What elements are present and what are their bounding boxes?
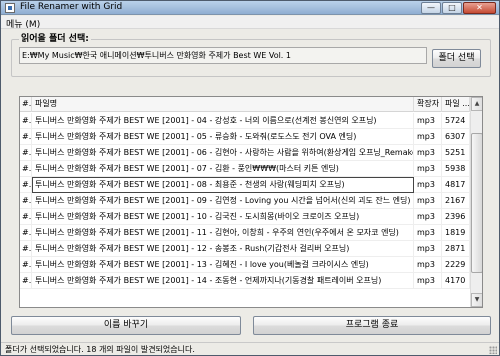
- row-size: 2167: [442, 193, 470, 209]
- table-row[interactable]: #. 투니버스 만화영화 주제가 BEST WE [2001] - 05 - 류승…: [20, 129, 470, 145]
- row-marker: #.: [20, 257, 32, 273]
- folder-path-field[interactable]: E:₩My Music₩한국 애니메이션₩투니버스 만화영화 주제가 Best …: [19, 47, 427, 64]
- menu-bar: 메뉴 (M): [1, 16, 499, 30]
- row-filename: 투니버스 만화영화 주제가 BEST WE [2001] - 14 - 조동현 …: [32, 273, 414, 289]
- row-size: 2871: [442, 241, 470, 257]
- row-filename: 투니버스 만화영화 주제가 BEST WE [2001] - 06 - 김현아 …: [32, 145, 414, 161]
- row-size: 4817: [442, 177, 470, 193]
- list-header: #. 파일명 확장자 파일 ...: [20, 97, 470, 112]
- file-list[interactable]: #. 파일명 확장자 파일 ... #. 투니버스 만화영화 주제가 BEST W…: [19, 96, 483, 308]
- row-extension: mp3: [414, 177, 442, 193]
- folder-select-button[interactable]: 폴더 선택: [432, 49, 481, 68]
- table-row[interactable]: #. 투니버스 만화영화 주제가 BEST WE [2001] - 06 - 김현…: [20, 145, 470, 161]
- window-title: File Renamer with Grid: [20, 2, 123, 12]
- rename-button[interactable]: 이름 바꾸기: [11, 316, 241, 335]
- table-row[interactable]: #. 투니버스 만화영화 주제가 BEST WE [2001] - 08 - 최용…: [20, 177, 470, 193]
- app-window: File Renamer with Grid — □ ✕ 메뉴 (M) 읽어올 …: [0, 0, 500, 356]
- row-filename: 투니버스 만화영화 주제가 BEST WE [2001] - 12 - 송봉조 …: [32, 241, 414, 257]
- exit-button[interactable]: 프로그램 종료: [253, 316, 491, 335]
- minimize-button[interactable]: —: [421, 2, 441, 14]
- row-extension: mp3: [414, 193, 442, 209]
- row-extension: mp3: [414, 113, 442, 129]
- row-extension: mp3: [414, 225, 442, 241]
- row-filename: 투니버스 만화영화 주제가 BEST WE [2001] - 10 - 김국진 …: [32, 209, 414, 225]
- scroll-up-icon[interactable]: ▲: [471, 97, 482, 111]
- row-size: 5724: [442, 113, 470, 129]
- row-marker: #.: [20, 225, 32, 241]
- row-size: 4170: [442, 273, 470, 289]
- row-size: 5251: [442, 145, 470, 161]
- row-filename: 투니버스 만화영화 주제가 BEST WE [2001] - 11 - 김현아,…: [32, 225, 414, 241]
- row-marker: #.: [20, 241, 32, 257]
- row-marker: #.: [20, 113, 32, 129]
- maximize-button[interactable]: □: [442, 2, 462, 14]
- table-row[interactable]: #. 투니버스 만화영화 주제가 BEST WE [2001] - 10 - 김국…: [20, 209, 470, 225]
- row-marker: #.: [20, 177, 32, 193]
- row-size: 5938: [442, 161, 470, 177]
- scroll-down-icon[interactable]: ▼: [471, 293, 482, 307]
- row-size: 6307: [442, 129, 470, 145]
- column-header-extension[interactable]: 확장자: [414, 97, 442, 112]
- row-size: 2229: [442, 257, 470, 273]
- column-header-size[interactable]: 파일 ...: [442, 97, 470, 112]
- row-marker: #.: [20, 193, 32, 209]
- row-filename: 투니버스 만화영화 주제가 BEST WE [2001] - 05 - 류승화 …: [32, 129, 414, 145]
- row-extension: mp3: [414, 273, 442, 289]
- row-filename: 투니버스 만화영화 주제가 BEST WE [2001] - 07 - 김환 -…: [32, 161, 414, 177]
- row-filename: 투니버스 만화영화 주제가 BEST WE [2001] - 08 - 최용준 …: [32, 177, 414, 193]
- table-row[interactable]: #. 투니버스 만화영화 주제가 BEST WE [2001] - 11 - 김현…: [20, 225, 470, 241]
- row-marker: #.: [20, 161, 32, 177]
- row-extension: mp3: [414, 145, 442, 161]
- table-row[interactable]: #. 투니버스 만화영화 주제가 BEST WE [2001] - 09 - 김연…: [20, 193, 470, 209]
- title-bar[interactable]: File Renamer with Grid — □ ✕: [1, 1, 499, 15]
- table-row[interactable]: #. 투니버스 만화영화 주제가 BEST WE [2001] - 14 - 조동…: [20, 273, 470, 289]
- row-marker: #.: [20, 129, 32, 145]
- menu-item-menu[interactable]: 메뉴 (M): [6, 17, 40, 30]
- vertical-scrollbar[interactable]: ▲ ▼: [470, 97, 482, 307]
- row-marker: #.: [20, 145, 32, 161]
- row-marker: #.: [20, 209, 32, 225]
- status-text: 폴더가 선택되었습니다. 18 개의 파일이 발견되었습니다.: [5, 345, 195, 354]
- row-extension: mp3: [414, 241, 442, 257]
- row-marker: #.: [20, 273, 32, 289]
- row-size: 1819: [442, 225, 470, 241]
- scroll-thumb[interactable]: [471, 133, 482, 273]
- row-extension: mp3: [414, 257, 442, 273]
- row-filename: 투니버스 만화영화 주제가 BEST WE [2001] - 13 - 김혜진 …: [32, 257, 414, 273]
- status-bar: 폴더가 선택되었습니다. 18 개의 파일이 발견되었습니다.: [1, 342, 499, 355]
- row-size: 2396: [442, 209, 470, 225]
- row-filename: 투니버스 만화영화 주제가 BEST WE [2001] - 09 - 김연정 …: [32, 193, 414, 209]
- row-filename: 투니버스 만화영화 주제가 BEST WE [2001] - 04 - 강성호 …: [32, 113, 414, 129]
- table-row[interactable]: #. 투니버스 만화영화 주제가 BEST WE [2001] - 04 - 강성…: [20, 113, 470, 129]
- table-row[interactable]: #. 투니버스 만화영화 주제가 BEST WE [2001] - 12 - 송봉…: [20, 241, 470, 257]
- resize-grip-icon[interactable]: [489, 346, 497, 354]
- table-row[interactable]: #. 투니버스 만화영화 주제가 BEST WE [2001] - 13 - 김혜…: [20, 257, 470, 273]
- table-row[interactable]: #. 투니버스 만화영화 주제가 BEST WE [2001] - 07 - 김환…: [20, 161, 470, 177]
- close-button[interactable]: ✕: [463, 2, 496, 14]
- app-icon[interactable]: [5, 3, 15, 13]
- row-extension: mp3: [414, 129, 442, 145]
- row-extension: mp3: [414, 161, 442, 177]
- folder-group-label: 읽어올 폴더 선택:: [19, 31, 91, 44]
- column-header-filename[interactable]: 파일명: [32, 97, 414, 112]
- column-header-marker[interactable]: #.: [20, 97, 32, 112]
- row-extension: mp3: [414, 209, 442, 225]
